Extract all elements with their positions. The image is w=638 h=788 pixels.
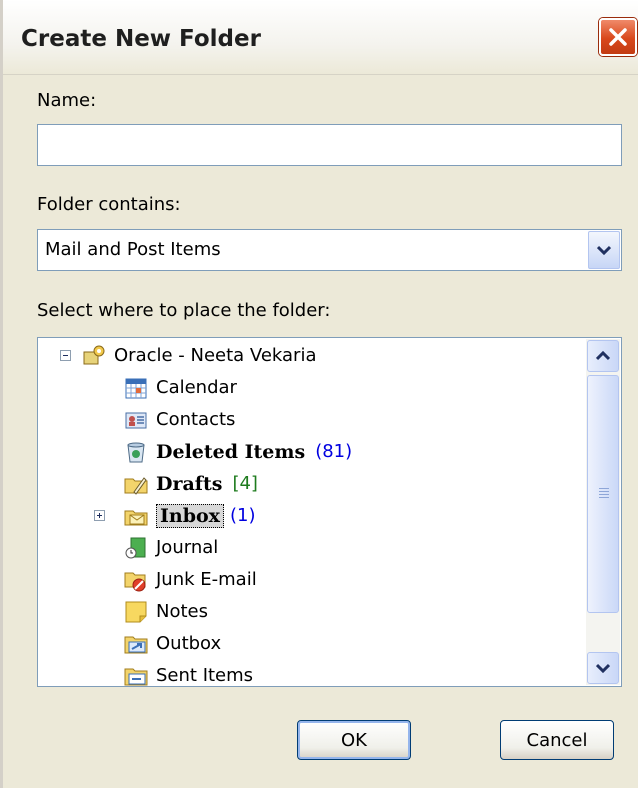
tree-item-notes[interactable]: Notes	[124, 596, 208, 627]
close-button[interactable]	[599, 18, 637, 56]
close-icon	[609, 28, 627, 46]
tree-item-label: Drafts	[156, 472, 223, 495]
create-folder-dialog: Create New Folder Name: Folder contains:…	[0, 0, 638, 788]
tree-item-label: Sent Items	[156, 665, 254, 686]
place-folder-label: Select where to place the folder:	[37, 300, 331, 321]
tree-item-contacts[interactable]: Contacts	[124, 404, 235, 435]
scroll-thumb[interactable]	[587, 375, 619, 613]
tree-item-label: Junk E-mail	[156, 569, 257, 590]
collapse-root-toggle[interactable]	[60, 350, 71, 361]
folder-contains-select[interactable]: Mail and Post Items	[37, 229, 622, 271]
tree-item-junk-email[interactable]: Junk E-mail	[124, 564, 257, 595]
journal-icon	[124, 536, 148, 560]
inbox-icon	[124, 504, 148, 528]
expand-inbox-toggle[interactable]	[94, 510, 105, 521]
sent-items-icon	[124, 664, 148, 687]
cancel-button[interactable]: Cancel	[500, 720, 614, 760]
dialog-title: Create New Folder	[21, 26, 261, 52]
title-bar[interactable]: Create New Folder	[3, 0, 638, 75]
tree-item-sent-items[interactable]: Sent Items	[124, 660, 254, 687]
contacts-icon	[124, 408, 148, 432]
folder-tree: Oracle - Neeta Vekaria Calendar Contacts…	[37, 337, 622, 687]
chevron-up-icon	[596, 351, 610, 361]
tree-item-label: Contacts	[156, 409, 236, 430]
item-count: [4]	[232, 473, 258, 494]
unread-count: (1)	[230, 505, 256, 526]
calendar-icon	[124, 376, 148, 400]
dropdown-button[interactable]	[588, 231, 620, 269]
mailbox-icon	[82, 344, 106, 368]
tree-item-label: Inbox	[156, 503, 224, 528]
tree-item-journal[interactable]: Journal	[124, 532, 218, 563]
unread-count: (81)	[315, 441, 353, 462]
grip-icon	[599, 488, 609, 500]
drafts-icon	[124, 472, 148, 496]
folder-contains-label: Folder contains:	[37, 194, 181, 215]
outbox-icon	[124, 632, 148, 656]
tree-item-label: Deleted Items	[156, 440, 306, 463]
tree-item-label: Outbox	[156, 633, 222, 654]
name-label: Name:	[37, 90, 97, 111]
chevron-down-icon	[596, 663, 610, 673]
tree-root-label: Oracle - Neeta Vekaria	[114, 345, 317, 366]
name-input[interactable]	[37, 124, 622, 166]
tree-item-inbox[interactable]: Inbox (1)	[124, 500, 256, 531]
chevron-down-icon	[597, 245, 611, 256]
ok-button[interactable]: OK	[297, 720, 411, 760]
tree-item-label: Calendar	[156, 377, 237, 398]
folder-contains-value: Mail and Post Items	[45, 239, 221, 260]
tree-item-label: Journal	[156, 537, 219, 558]
scroll-down-button[interactable]	[587, 652, 619, 684]
tree-item-drafts[interactable]: Drafts [4]	[124, 468, 258, 499]
junk-email-icon	[124, 568, 148, 592]
tree-item-label: Notes	[156, 601, 208, 622]
tree-root-mailbox[interactable]: Oracle - Neeta Vekaria	[82, 340, 317, 371]
notes-icon	[124, 600, 148, 624]
tree-item-outbox[interactable]: Outbox	[124, 628, 221, 659]
tree-item-calendar[interactable]: Calendar	[124, 372, 237, 403]
deleted-items-icon	[124, 440, 148, 464]
tree-item-deleted-items[interactable]: Deleted Items (81)	[124, 436, 352, 467]
scroll-up-button[interactable]	[587, 340, 619, 372]
tree-scrollbar[interactable]	[586, 339, 620, 685]
